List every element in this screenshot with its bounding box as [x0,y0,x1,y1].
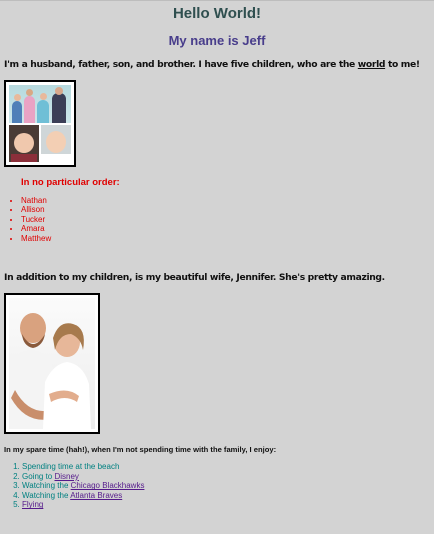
hobbies-list: Spending time at the beach Going to Disn… [4,462,144,510]
hobby-text: Watching the [22,481,71,491]
baby-photo-left [9,125,39,162]
wife-paragraph: In addition to my children, is my beauti… [4,272,385,283]
page-subtitle: My name is Jeff [168,33,266,48]
wife-photo-frame [4,293,100,434]
list-item: Allison [21,205,51,214]
intro-paragraph: I'm a husband, father, son, and brother.… [4,59,420,70]
intro-text-before: I'm a husband, father, son, and brother.… [4,59,358,70]
list-item: Tucker [21,215,51,224]
spare-time-intro: In my spare time (hah!), when I'm not sp… [4,445,277,454]
list-item: Watching the Atlanta Braves [22,491,144,501]
list-item: Matthew [21,234,51,243]
chicago-blackhawks-link[interactable]: Chicago Blackhawks [71,481,145,490]
baby-photo-right [41,125,71,162]
hobby-text: Going to [22,471,55,481]
children-photo [9,85,71,162]
children-group-photo [9,85,71,123]
flying-link[interactable]: Flying [22,500,43,509]
page-title: Hello World! [172,5,262,22]
list-item: Nathan [21,196,51,205]
world-link[interactable]: world [358,59,386,70]
children-list: Nathan Allison Tucker Amara Matthew [12,196,51,243]
children-heading: In no particular order: [21,177,120,188]
intro-text-after: to me! [385,59,420,70]
list-item: Spending time at the beach [22,462,144,472]
couple-illustration [9,313,91,429]
list-item: Flying [22,500,144,510]
children-photo-frame [4,80,76,167]
atlanta-braves-link[interactable]: Atlanta Braves [70,491,122,500]
list-item: Going to Disney [22,472,144,482]
hobby-text: Watching the [22,490,71,500]
page: Hello World! My name is Jeff I'm a husba… [0,0,434,534]
list-item: Amara [21,224,51,233]
couple-photo [9,298,95,429]
hobby-text: Spending time at the beach [22,462,120,471]
disney-link[interactable]: Disney [54,472,78,481]
list-item: Watching the Chicago Blackhawks [22,481,144,491]
